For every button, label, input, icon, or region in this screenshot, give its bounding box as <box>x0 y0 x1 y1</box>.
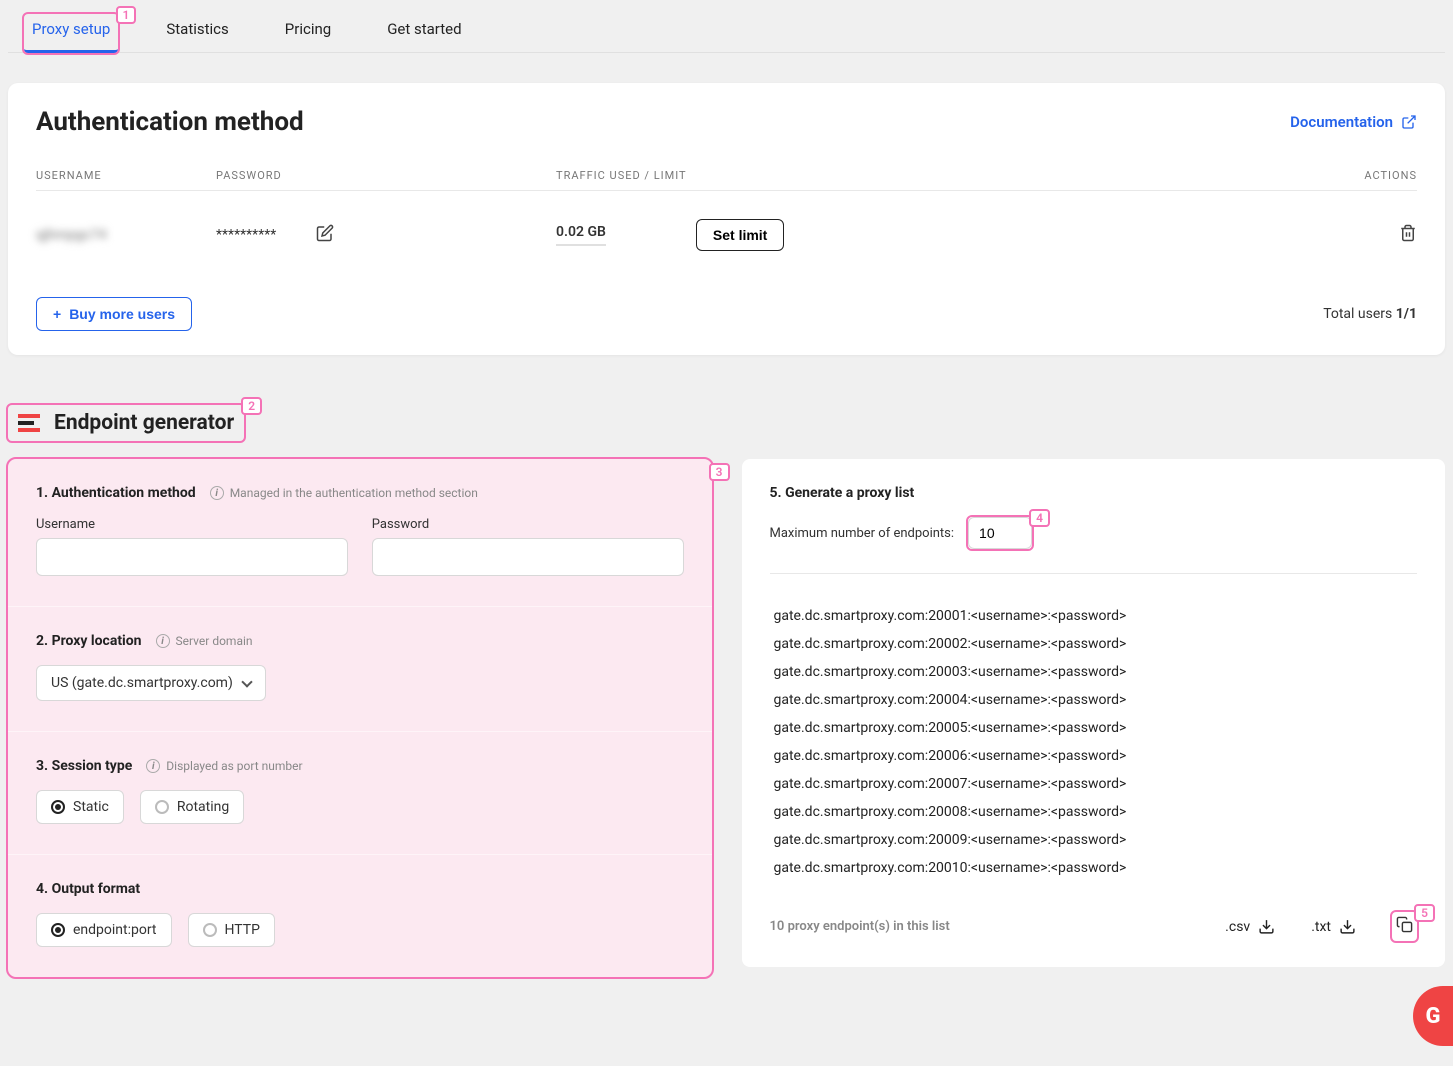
auth-row: qjhmpgc74 ********** 0.02 GB Set limit <box>36 191 1417 279</box>
traffic-used: 0.02 GB <box>556 224 606 246</box>
divider <box>770 573 1418 574</box>
step1-label: 1. Authentication method <box>36 485 196 501</box>
endpoint-gen-config: 1. Authentication method i Managed in the… <box>8 459 712 977</box>
proxy-line: gate.dc.smartproxy.com:20008:<username>:… <box>770 798 1418 826</box>
username-value: qjhmpgc74 <box>36 227 216 243</box>
proxy-line: gate.dc.smartproxy.com:20005:<username>:… <box>770 714 1418 742</box>
export-txt-label: .txt <box>1311 919 1331 935</box>
max-endpoints-input[interactable] <box>968 517 1032 549</box>
step3-label: 3. Session type <box>36 758 132 774</box>
list-icon <box>18 414 40 432</box>
proxy-line: gate.dc.smartproxy.com:20010:<username>:… <box>770 854 1418 882</box>
radio-icon <box>51 923 65 937</box>
set-limit-button[interactable]: Set limit <box>696 219 784 251</box>
copy-list-button[interactable] <box>1392 912 1417 941</box>
password-label: Password <box>372 517 684 532</box>
edit-icon <box>316 224 334 242</box>
session-rotating-label: Rotating <box>177 799 229 815</box>
proxy-line: gate.dc.smartproxy.com:20001:<username>:… <box>770 602 1418 630</box>
col-username: USERNAME <box>36 169 216 182</box>
session-rotating-radio[interactable]: Rotating <box>140 790 244 824</box>
auth-title: Authentication method <box>36 107 304 137</box>
format-http-radio[interactable]: HTTP <box>188 913 275 947</box>
step4-label: 4. Output format <box>36 881 140 897</box>
tab-proxy-setup[interactable]: Proxy setup <box>24 14 118 53</box>
radio-icon <box>203 923 217 937</box>
session-static-radio[interactable]: Static <box>36 790 124 824</box>
export-csv-button[interactable]: .csv <box>1225 918 1275 935</box>
radio-icon <box>155 800 169 814</box>
delete-user-button[interactable] <box>1399 230 1417 246</box>
password-masked: ********** <box>216 227 276 243</box>
documentation-link[interactable]: Documentation <box>1290 113 1417 131</box>
session-static-label: Static <box>73 799 109 815</box>
export-csv-label: .csv <box>1225 919 1250 935</box>
step2-label: 2. Proxy location <box>36 633 142 649</box>
step-proxy-location: 2. Proxy location i Server domain US (gat… <box>8 607 712 732</box>
col-traffic: TRAFFIC USED / LIMIT <box>556 169 1297 182</box>
download-icon <box>1339 918 1356 935</box>
step5-label: 5. Generate a proxy list <box>770 485 915 501</box>
auth-card: Authentication method Documentation USER… <box>8 83 1445 355</box>
proxy-line: gate.dc.smartproxy.com:20007:<username>:… <box>770 770 1418 798</box>
nav-tabs: Proxy setup Statistics Pricing Get start… <box>8 0 1445 53</box>
export-txt-button[interactable]: .txt <box>1311 918 1356 935</box>
max-endpoints-label: Maximum number of endpoints: <box>770 526 955 541</box>
step-session-type: 3. Session type i Displayed as port numbe… <box>8 732 712 855</box>
proxy-line: gate.dc.smartproxy.com:20009:<username>:… <box>770 826 1418 854</box>
tab-statistics[interactable]: Statistics <box>158 14 236 52</box>
download-icon <box>1258 918 1275 935</box>
external-link-icon <box>1401 114 1417 130</box>
username-label: Username <box>36 517 348 532</box>
format-endpoint-port-radio[interactable]: endpoint:port <box>36 913 172 947</box>
info-icon: i <box>210 486 224 500</box>
proxy-location-value: US (gate.dc.smartproxy.com) <box>51 675 233 691</box>
endpoint-gen-output: 5. Generate a proxy list Maximum number … <box>742 459 1446 967</box>
chevron-down-icon <box>241 676 252 687</box>
tab-pricing[interactable]: Pricing <box>277 14 339 52</box>
endpoint-gen-title: Endpoint generator <box>54 411 234 435</box>
documentation-label: Documentation <box>1290 113 1393 131</box>
proxy-list-count: 10 proxy endpoint(s) in this list <box>770 919 950 934</box>
col-password: PASSWORD <box>216 169 556 182</box>
proxy-line: gate.dc.smartproxy.com:20004:<username>:… <box>770 686 1418 714</box>
proxy-line: gate.dc.smartproxy.com:20003:<username>:… <box>770 658 1418 686</box>
username-input[interactable] <box>36 538 348 576</box>
trash-icon <box>1399 224 1417 242</box>
step1-hint: Managed in the authentication method sec… <box>230 486 478 500</box>
info-icon: i <box>156 634 170 648</box>
plus-icon: + <box>53 306 61 322</box>
buy-more-label: Buy more users <box>69 306 175 322</box>
proxy-list: gate.dc.smartproxy.com:20001:<username>:… <box>770 592 1418 892</box>
password-input[interactable] <box>372 538 684 576</box>
proxy-line: gate.dc.smartproxy.com:20002:<username>:… <box>770 630 1418 658</box>
total-users: Total users 1/1 <box>1323 306 1417 322</box>
proxy-line: gate.dc.smartproxy.com:20006:<username>:… <box>770 742 1418 770</box>
step2-hint: Server domain <box>176 634 253 648</box>
radio-icon <box>51 800 65 814</box>
edit-password-button[interactable] <box>316 224 334 246</box>
copy-icon <box>1396 916 1413 933</box>
endpoint-gen-header: Endpoint generator <box>8 405 244 441</box>
buy-more-users-button[interactable]: + Buy more users <box>36 297 192 331</box>
format-http-label: HTTP <box>225 922 260 938</box>
tab-get-started[interactable]: Get started <box>379 14 469 52</box>
format-endpoint-port-label: endpoint:port <box>73 922 157 938</box>
proxy-location-select[interactable]: US (gate.dc.smartproxy.com) <box>36 665 266 701</box>
step-auth-method: 1. Authentication method i Managed in the… <box>8 459 712 607</box>
col-actions: ACTIONS <box>1297 169 1417 182</box>
step3-hint: Displayed as port number <box>166 759 302 773</box>
info-icon: i <box>146 759 160 773</box>
step-output-format: 4. Output format endpoint:port HTTP <box>8 855 712 977</box>
